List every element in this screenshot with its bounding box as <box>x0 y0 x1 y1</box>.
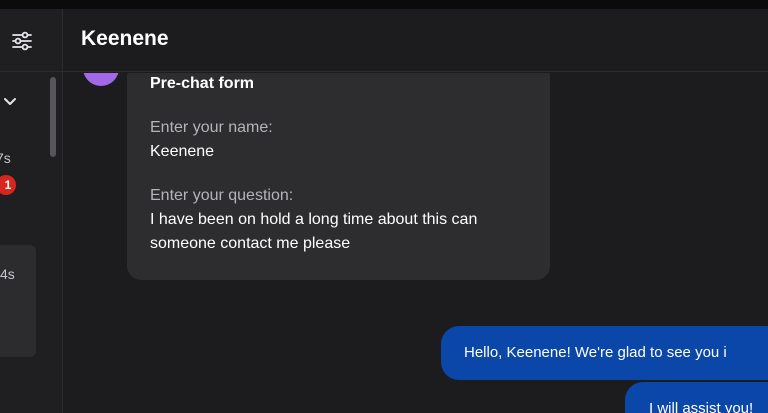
unread-badge: 1 <box>0 175 16 195</box>
conversation-sidebar: 7s 1 4s <box>0 9 63 413</box>
conversation-list-item[interactable]: 4s <box>0 245 36 357</box>
name-field-value: Keenene <box>150 143 215 160</box>
scrollbar-thumb[interactable] <box>50 77 56 157</box>
question-field-label: Enter your question: <box>150 187 294 204</box>
window-top-bar <box>0 0 768 9</box>
conversation-time: 7s <box>0 150 11 166</box>
pre-chat-form-card: Pre-chat form Enter your name: Keenene E… <box>127 73 550 280</box>
filter-sliders-icon[interactable] <box>11 30 33 52</box>
outgoing-message: I will assist you! <box>625 382 768 413</box>
avatar <box>83 73 119 86</box>
sidebar-scrollbar[interactable] <box>48 77 58 409</box>
contact-name-title: Keenene <box>81 27 169 50</box>
question-field-value: I have been on hold a long time about th… <box>150 211 478 252</box>
name-field-label: Enter your name: <box>150 119 273 136</box>
outgoing-message: Hello, Keenene! We're glad to see you i <box>441 326 768 380</box>
chat-transcript: Pre-chat form Enter your name: Keenene E… <box>63 73 768 413</box>
sidebar-header <box>0 9 62 72</box>
chat-header: Keenene <box>63 9 768 72</box>
conversation-time: 4s <box>0 266 15 282</box>
chevron-down-icon[interactable] <box>2 94 18 110</box>
form-title: Pre-chat form <box>150 75 255 92</box>
